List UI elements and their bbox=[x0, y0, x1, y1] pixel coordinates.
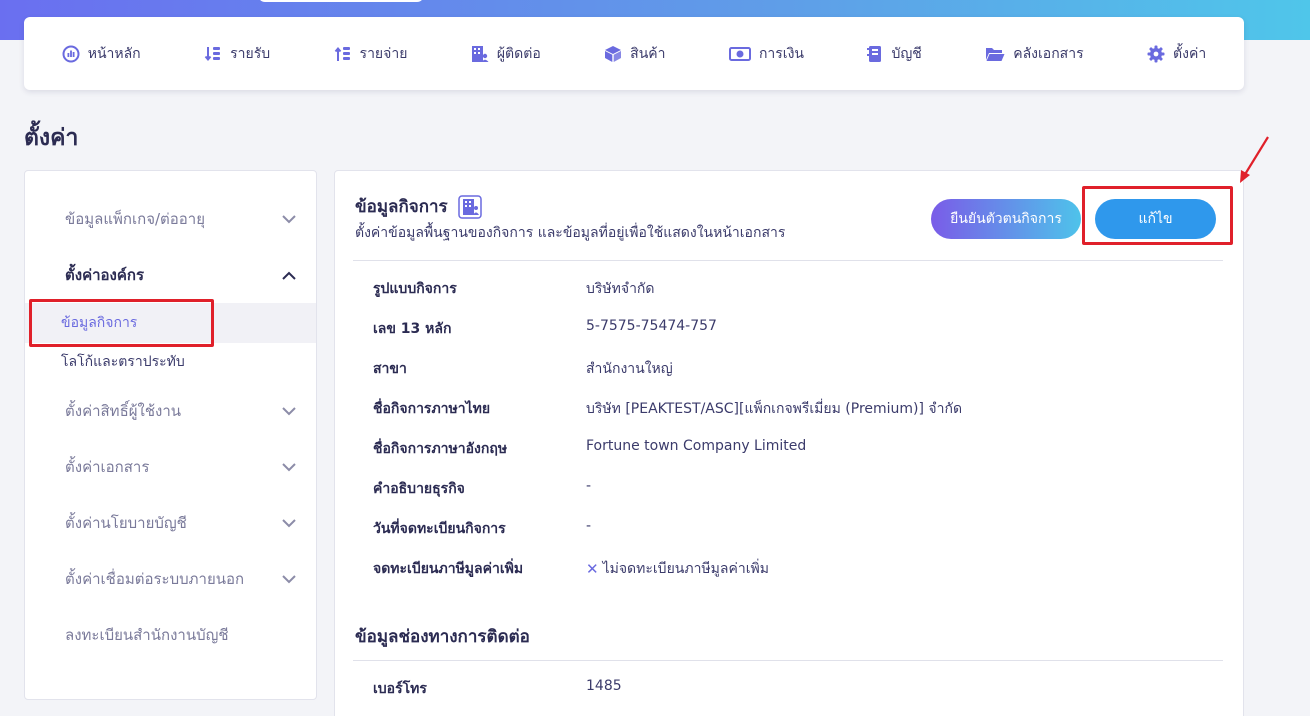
income-icon bbox=[204, 46, 221, 61]
sidebar-item-register-accounting-firm[interactable]: ลงทะเบียนสำนักงานบัญชี bbox=[25, 615, 316, 655]
nav-documents[interactable]: คลังเอกสาร bbox=[985, 43, 1084, 65]
row-label: จดทะเบียนภาษีมูลค่าเพิ่ม bbox=[373, 561, 524, 577]
row-value: 1485 bbox=[586, 678, 622, 694]
nav-label: รายรับ bbox=[230, 45, 271, 62]
sidebar-group-label: ตั้งค่าสิทธิ์ผู้ใช้งาน bbox=[65, 402, 182, 420]
sidebar-group-label: ตั้งค่าองค์กร bbox=[65, 266, 145, 284]
sidebar-item-business-info[interactable]: ข้อมูลกิจการ bbox=[25, 303, 316, 343]
chevron-down-icon bbox=[282, 574, 296, 583]
row-value: สำนักงานใหญ่ bbox=[586, 361, 673, 377]
row-value-vat: ✕ ไม่จดทะเบียนภาษีมูลค่าเพิ่ม bbox=[586, 558, 769, 580]
verify-business-button[interactable]: ยืนยันตัวตนกิจการ bbox=[931, 199, 1081, 239]
sidebar-group-label: ตั้งค่าเอกสาร bbox=[65, 458, 150, 476]
card-subtitle: ตั้งค่าข้อมูลพื้นฐานของกิจการ และข้อมูลท… bbox=[355, 225, 786, 241]
contacts-icon bbox=[471, 45, 489, 62]
sidebar-group-label: ลงทะเบียนสำนักงานบัญชี bbox=[65, 626, 229, 644]
nav-label: สินค้า bbox=[630, 45, 666, 62]
nav-contacts[interactable]: ผู้ติดต่อ bbox=[471, 43, 541, 65]
nav-label: คลังเอกสาร bbox=[1013, 45, 1084, 62]
sidebar-item-label: โลโก้และตราประทับ bbox=[61, 354, 185, 370]
nav-label: หน้าหลัก bbox=[87, 45, 141, 62]
sidebar-group-package[interactable]: ข้อมูลแพ็กเกจ/ต่ออายุ bbox=[25, 199, 316, 239]
card-title: ข้อมูลกิจการ bbox=[355, 193, 482, 220]
ledger-icon bbox=[867, 45, 882, 62]
chevron-down-icon bbox=[282, 406, 296, 415]
nav-finance[interactable]: การเงิน bbox=[728, 43, 805, 65]
folder-icon bbox=[986, 47, 1005, 61]
divider bbox=[353, 660, 1223, 661]
info-row-registration-date: วันที่จดทะเบียนกิจการ - bbox=[373, 518, 1213, 542]
row-value: ไม่จดทะเบียนภาษีมูลค่าเพิ่ม bbox=[602, 561, 769, 577]
sidebar-group-documents[interactable]: ตั้งค่าเอกสาร bbox=[25, 447, 316, 487]
row-label: รูปแบบกิจการ bbox=[373, 281, 457, 297]
gear-icon bbox=[1147, 45, 1165, 62]
contact-section-title: ข้อมูลช่องทางการติดต่อ bbox=[355, 627, 530, 647]
chevron-up-icon bbox=[282, 271, 296, 280]
sidebar-group-integrations[interactable]: ตั้งค่าเชื่อมต่อระบบภายนอก bbox=[25, 559, 316, 599]
divider bbox=[353, 260, 1223, 261]
info-row-business-description: คำอธิบายธุรกิจ - bbox=[373, 478, 1213, 502]
row-label: วันที่จดทะเบียนกิจการ bbox=[373, 521, 506, 537]
dashboard-icon bbox=[62, 45, 80, 62]
nav-settings[interactable]: ตั้งค่า bbox=[1147, 43, 1206, 65]
money-icon bbox=[728, 46, 751, 61]
edit-button[interactable]: แก้ไข bbox=[1095, 199, 1216, 239]
chevron-down-icon bbox=[282, 518, 296, 527]
row-value: 5-7575-75474-757 bbox=[586, 318, 717, 334]
building-icon bbox=[457, 194, 482, 219]
row-label: เลข 13 หลัก bbox=[373, 321, 452, 337]
sidebar-group-label: ข้อมูลแพ็กเกจ/ต่ออายุ bbox=[65, 210, 206, 228]
nav-products[interactable]: สินค้า bbox=[604, 43, 666, 65]
nav-label: ผู้ติดต่อ bbox=[496, 45, 541, 62]
info-row-thai-name: ชื่อกิจการภาษาไทย บริษัท [PEAKTEST/ASC][… bbox=[373, 398, 1213, 422]
info-row-business-type: รูปแบบกิจการ บริษัทจำกัด bbox=[373, 278, 1213, 302]
row-value: - bbox=[586, 518, 592, 534]
nav-accounting[interactable]: บัญชี bbox=[867, 43, 922, 65]
nav-label: บัญชี bbox=[891, 45, 922, 62]
sidebar-group-user-permissions[interactable]: ตั้งค่าสิทธิ์ผู้ใช้งาน bbox=[25, 391, 316, 431]
row-value: Fortune town Company Limited bbox=[586, 438, 807, 454]
row-value: บริษัท [PEAKTEST/ASC][แพ็กเกจพรีเมี่ยม (… bbox=[586, 401, 963, 417]
nav-expense[interactable]: รายจ่าย bbox=[334, 43, 408, 65]
row-label: คำอธิบายธุรกิจ bbox=[373, 481, 465, 497]
annotation-arrow-icon bbox=[1240, 136, 1269, 183]
row-label: ชื่อกิจการภาษาอังกฤษ bbox=[373, 441, 508, 457]
row-label: สาขา bbox=[373, 361, 407, 377]
info-row-vat-registration: จดทะเบียนภาษีมูลค่าเพิ่ม ✕ ไม่จดทะเบียนภ… bbox=[373, 558, 1213, 582]
card-title-text: ข้อมูลกิจการ bbox=[355, 197, 448, 217]
chevron-down-icon bbox=[282, 462, 296, 471]
settings-sidebar: ข้อมูลแพ็กเกจ/ต่ออายุ ตั้งค่าองค์กร ข้อม… bbox=[24, 170, 317, 700]
nav-label: รายจ่าย bbox=[359, 45, 408, 62]
info-row-branch: สาขา สำนักงานใหญ่ bbox=[373, 358, 1213, 382]
nav-income[interactable]: รายรับ bbox=[204, 43, 270, 65]
sidebar-item-logo-stamp[interactable]: โลโก้และตราประทับ bbox=[25, 342, 316, 382]
nav-label: การเงิน bbox=[758, 45, 805, 62]
sidebar-group-label: ตั้งค่าเชื่อมต่อระบบภายนอก bbox=[65, 570, 245, 588]
sidebar-item-label: ข้อมูลกิจการ bbox=[61, 315, 138, 331]
sidebar-group-label: ตั้งค่านโยบายบัญชี bbox=[65, 514, 187, 532]
chevron-down-icon bbox=[282, 214, 296, 223]
box-icon bbox=[605, 45, 622, 62]
nav-home[interactable]: หน้าหลัก bbox=[62, 43, 141, 65]
business-info-card: ข้อมูลกิจการ ตั้งค่าข้อมูลพื้นฐานของกิจก… bbox=[334, 170, 1244, 716]
page-title: ตั้งค่า bbox=[24, 125, 79, 151]
row-value: บริษัทจำกัด bbox=[586, 281, 655, 297]
expense-icon bbox=[334, 46, 350, 61]
nav-label: ตั้งค่า bbox=[1173, 45, 1207, 62]
cross-icon: ✕ bbox=[586, 560, 599, 578]
row-value: - bbox=[586, 478, 592, 494]
sidebar-group-accounting-policy[interactable]: ตั้งค่านโยบายบัญชี bbox=[25, 503, 316, 543]
info-row-tax-id: เลข 13 หลัก 5-7575-75474-757 bbox=[373, 318, 1213, 342]
info-row-phone: เบอร์โทร 1485 bbox=[373, 678, 1213, 702]
row-label: เบอร์โทร bbox=[373, 681, 427, 697]
top-banner-pill bbox=[258, 0, 424, 2]
info-row-english-name: ชื่อกิจการภาษาอังกฤษ Fortune town Compan… bbox=[373, 438, 1213, 462]
row-label: ชื่อกิจการภาษาไทย bbox=[373, 401, 491, 417]
sidebar-group-organization[interactable]: ตั้งค่าองค์กร bbox=[25, 255, 316, 295]
main-navbar: หน้าหลัก รายรับ รายจ่าย ผู้ติดต่อ สินค้า… bbox=[24, 17, 1244, 90]
